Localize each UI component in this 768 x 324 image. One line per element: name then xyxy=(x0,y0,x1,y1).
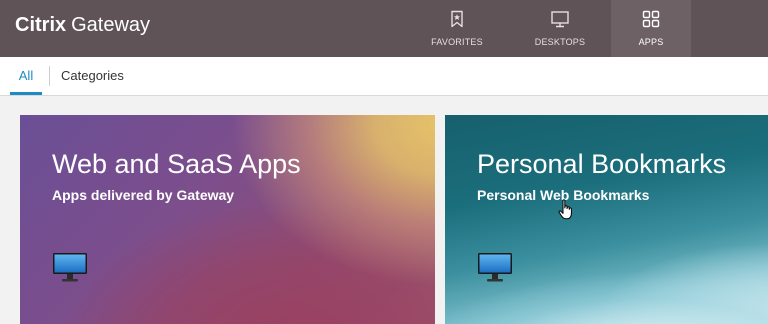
tab-all[interactable]: All xyxy=(10,57,42,95)
monitor-icon xyxy=(53,253,87,282)
grid-icon xyxy=(642,10,660,28)
monitor-icon xyxy=(478,253,512,282)
tile-title: Personal Bookmarks xyxy=(477,149,727,179)
nav-apps[interactable]: APPS xyxy=(611,0,691,57)
tab-all-label: All xyxy=(18,68,34,83)
filter-tabs-bar: All Categories xyxy=(0,57,768,96)
hand-pointer-cursor-icon xyxy=(558,199,572,220)
tab-categories-label: Categories xyxy=(61,68,124,83)
brand-logo: Citrix Gateway xyxy=(15,13,150,37)
nav-favorites-label: FAVORITES xyxy=(431,37,483,47)
brand-name-light: Gateway xyxy=(71,14,151,36)
top-header: Citrix Gateway FAVORITES DESKTOPS APPS xyxy=(0,0,768,57)
tile-web-and-saas-apps[interactable]: Web and SaaS Apps Apps delivered by Gate… xyxy=(20,115,435,324)
nav-favorites[interactable]: FAVORITES xyxy=(417,0,497,57)
monitor-icon xyxy=(551,11,569,28)
tab-divider xyxy=(49,66,50,86)
tile-title: Web and SaaS Apps xyxy=(52,149,301,179)
tile-personal-bookmarks[interactable]: Personal Bookmarks Personal Web Bookmark… xyxy=(445,115,768,324)
tab-categories[interactable]: Categories xyxy=(61,57,124,95)
nav-desktops[interactable]: DESKTOPS xyxy=(520,0,600,57)
brand-name-bold: Citrix xyxy=(15,14,67,36)
tile-subtitle: Apps delivered by Gateway xyxy=(52,187,235,203)
active-tab-underline xyxy=(10,92,42,95)
bookmark-icon xyxy=(451,10,463,28)
nav-desktops-label: DESKTOPS xyxy=(534,37,586,47)
nav-apps-label: APPS xyxy=(638,37,664,47)
